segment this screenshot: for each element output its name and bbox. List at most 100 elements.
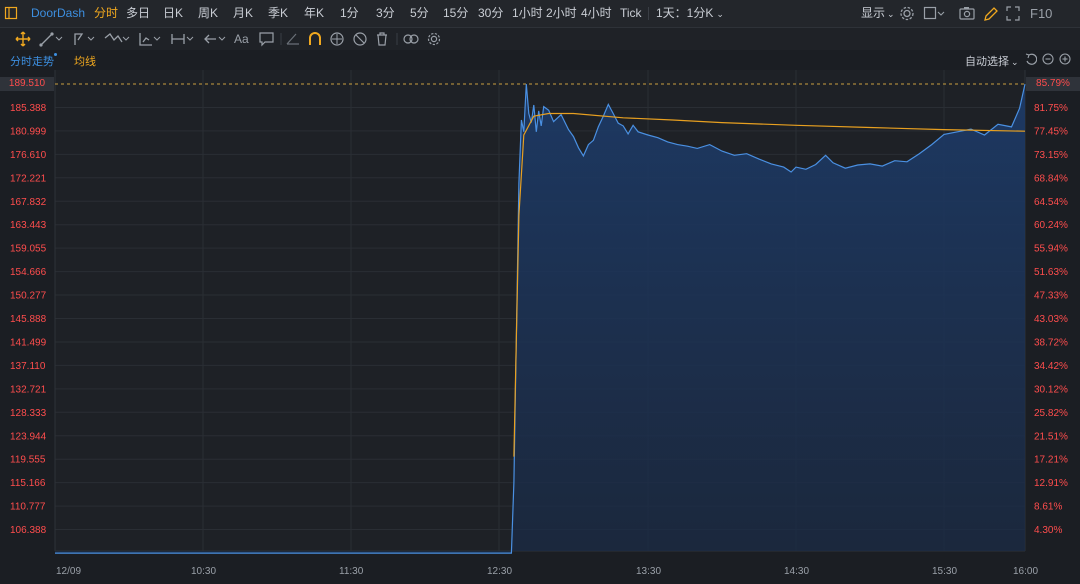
zoom-in-icon[interactable] [1059,52,1071,69]
tab-period-2hour[interactable]: 2小时 [546,0,577,27]
plot-background [55,70,1025,551]
pct-tick-label: 4.30% [1034,525,1062,536]
tab-period-multiday[interactable]: 多日 [126,0,150,27]
reset-icon[interactable] [1025,52,1038,69]
camera-icon[interactable] [958,0,976,27]
price-area-fill [55,84,1025,554]
chevron-down-icon: ⌄ [716,9,724,19]
y-tick-label: 154.666 [10,267,47,278]
tab-average-line[interactable]: 均线 [74,53,96,69]
pct-tick-label: 17.21% [1034,455,1068,466]
tab-period-1hour[interactable]: 1小时 [512,0,543,27]
sidebar-toggle-icon[interactable] [4,0,18,27]
tab-period-3min[interactable]: 3分 [376,0,395,27]
chart-pattern-icon[interactable] [137,30,161,48]
pencil-icon[interactable] [982,0,998,27]
draw-settings-gear-icon[interactable] [425,30,443,48]
pct-tick-label: 68.84% [1034,173,1068,184]
custom-period-select[interactable]: 1天：1分K ⌄ [656,0,724,27]
intraday-price-chart[interactable]: 185.388 81.75% 180.999 77.45% 176.610 73.15% 1… [0,0,1080,584]
comment-icon[interactable] [258,30,276,48]
tab-period-day[interactable]: 日K [163,0,183,27]
tab-timeline-trend[interactable]: 分时走势 [10,53,54,69]
tab-period-quarter[interactable]: 季K [268,0,288,27]
f10-button[interactable]: F10 [1030,0,1052,27]
pct-tick-label: 51.63% [1034,267,1068,278]
x-tick-label: 13:30 [636,566,661,577]
stock-name[interactable]: DoorDash [31,0,85,27]
x-tick-label: 15:30 [932,566,957,577]
display-menu[interactable]: 显示 ⌄ [861,0,895,27]
tab-period-tick[interactable]: Tick [620,0,642,27]
y-tick-label: 185.388 [10,103,47,114]
tab-period-year[interactable]: 年K [304,0,324,27]
tab-period-week[interactable]: 周K [198,0,218,27]
prohibit-icon[interactable] [351,30,369,48]
custom-period-label: 1天：1分K [656,6,714,20]
toolbar-divider [648,7,649,20]
pct-tick-label: 43.03% [1034,314,1068,325]
tab-period-timeline[interactable]: 分时 [94,0,118,27]
pct-tick-label: 38.72% [1034,337,1068,348]
pct-tick-label: 25.82% [1034,408,1068,419]
x-tick-label: 12/09 [56,566,81,577]
wave-line-icon[interactable] [103,30,130,48]
tab-period-15min[interactable]: 15分 [443,0,468,27]
move-cross-icon[interactable] [14,30,32,48]
price-line [55,83,1026,554]
y-tick-label: 145.888 [10,314,47,325]
chart-subbar: 分时走势 均线 自动选择 ⌄ [0,50,1080,70]
x-tick-label: 14:30 [784,566,809,577]
y-tick-label: 128.333 [10,408,47,419]
pct-tick-label: 64.54% [1034,197,1068,208]
polyline-icon[interactable] [72,30,95,48]
arrow-left-icon[interactable] [202,30,226,48]
period-toolbar: DoorDash 分时 多日 日K 周K 月K 季K 年K 1分 3分 5分 1… [0,0,1080,28]
trend-line-icon[interactable] [38,30,63,48]
y-tick-label: 110.777 [10,502,46,513]
auto-select-label: 自动选择 [965,56,1009,68]
last-pct-label: 85.79% [1026,77,1080,91]
y-tick-label: 159.055 [10,244,47,255]
tab-period-1min[interactable]: 1分 [340,0,359,27]
tab-period-30min[interactable]: 30分 [478,0,503,27]
tab-period-month[interactable]: 月K [233,0,253,27]
y-tick-label: 115.166 [10,478,46,489]
magnet-icon[interactable] [306,30,324,48]
x-tick-label: 16:00 [1013,566,1038,577]
link-rings-icon[interactable] [401,30,421,48]
text-tool-icon[interactable]: Aa [234,30,254,48]
pct-tick-label: 73.15% [1034,150,1068,161]
fullscreen-icon[interactable] [1005,0,1021,27]
hide-drawings-icon[interactable] [328,30,346,48]
y-tick-label: 137.110 [10,361,46,372]
angle-icon[interactable] [284,30,302,48]
x-tick-label: 12:30 [487,566,512,577]
trash-icon[interactable] [373,30,391,48]
drawing-toolbar: Aa [0,28,1080,50]
pct-tick-label: 60.24% [1034,220,1068,231]
y-tick-label: 150.277 [10,291,47,302]
y-tick-label: 123.944 [10,431,47,442]
y-tick-label: 106.388 [10,525,47,536]
average-line [513,112,1026,457]
pct-tick-label: 21.51% [1034,431,1068,442]
chevron-down-icon: ⌄ [887,9,895,19]
auto-select-dropdown[interactable]: 自动选择 ⌄ [965,53,1019,69]
zoom-out-icon[interactable] [1042,52,1054,69]
range-measure-icon[interactable] [170,30,194,48]
y-tick-label: 141.499 [10,337,47,348]
y-tick-label: 119.555 [10,455,46,466]
last-price-label: 189.510 [0,77,54,91]
pct-tick-label: 34.42% [1034,361,1068,372]
y-tick-label: 172.221 [10,173,47,184]
pct-tick-label: 55.94% [1034,244,1068,255]
tab-period-5min[interactable]: 5分 [410,0,429,27]
tab-period-4hour[interactable]: 4小时 [581,0,612,27]
x-tick-label: 11:30 [339,566,364,577]
y-tick-label: 167.832 [10,197,47,208]
overlay-checkbox-icon[interactable] [923,0,945,27]
y-tick-label: 132.721 [10,384,47,395]
pct-tick-label: 8.61% [1034,502,1062,513]
settings-gear-icon[interactable] [899,0,915,27]
